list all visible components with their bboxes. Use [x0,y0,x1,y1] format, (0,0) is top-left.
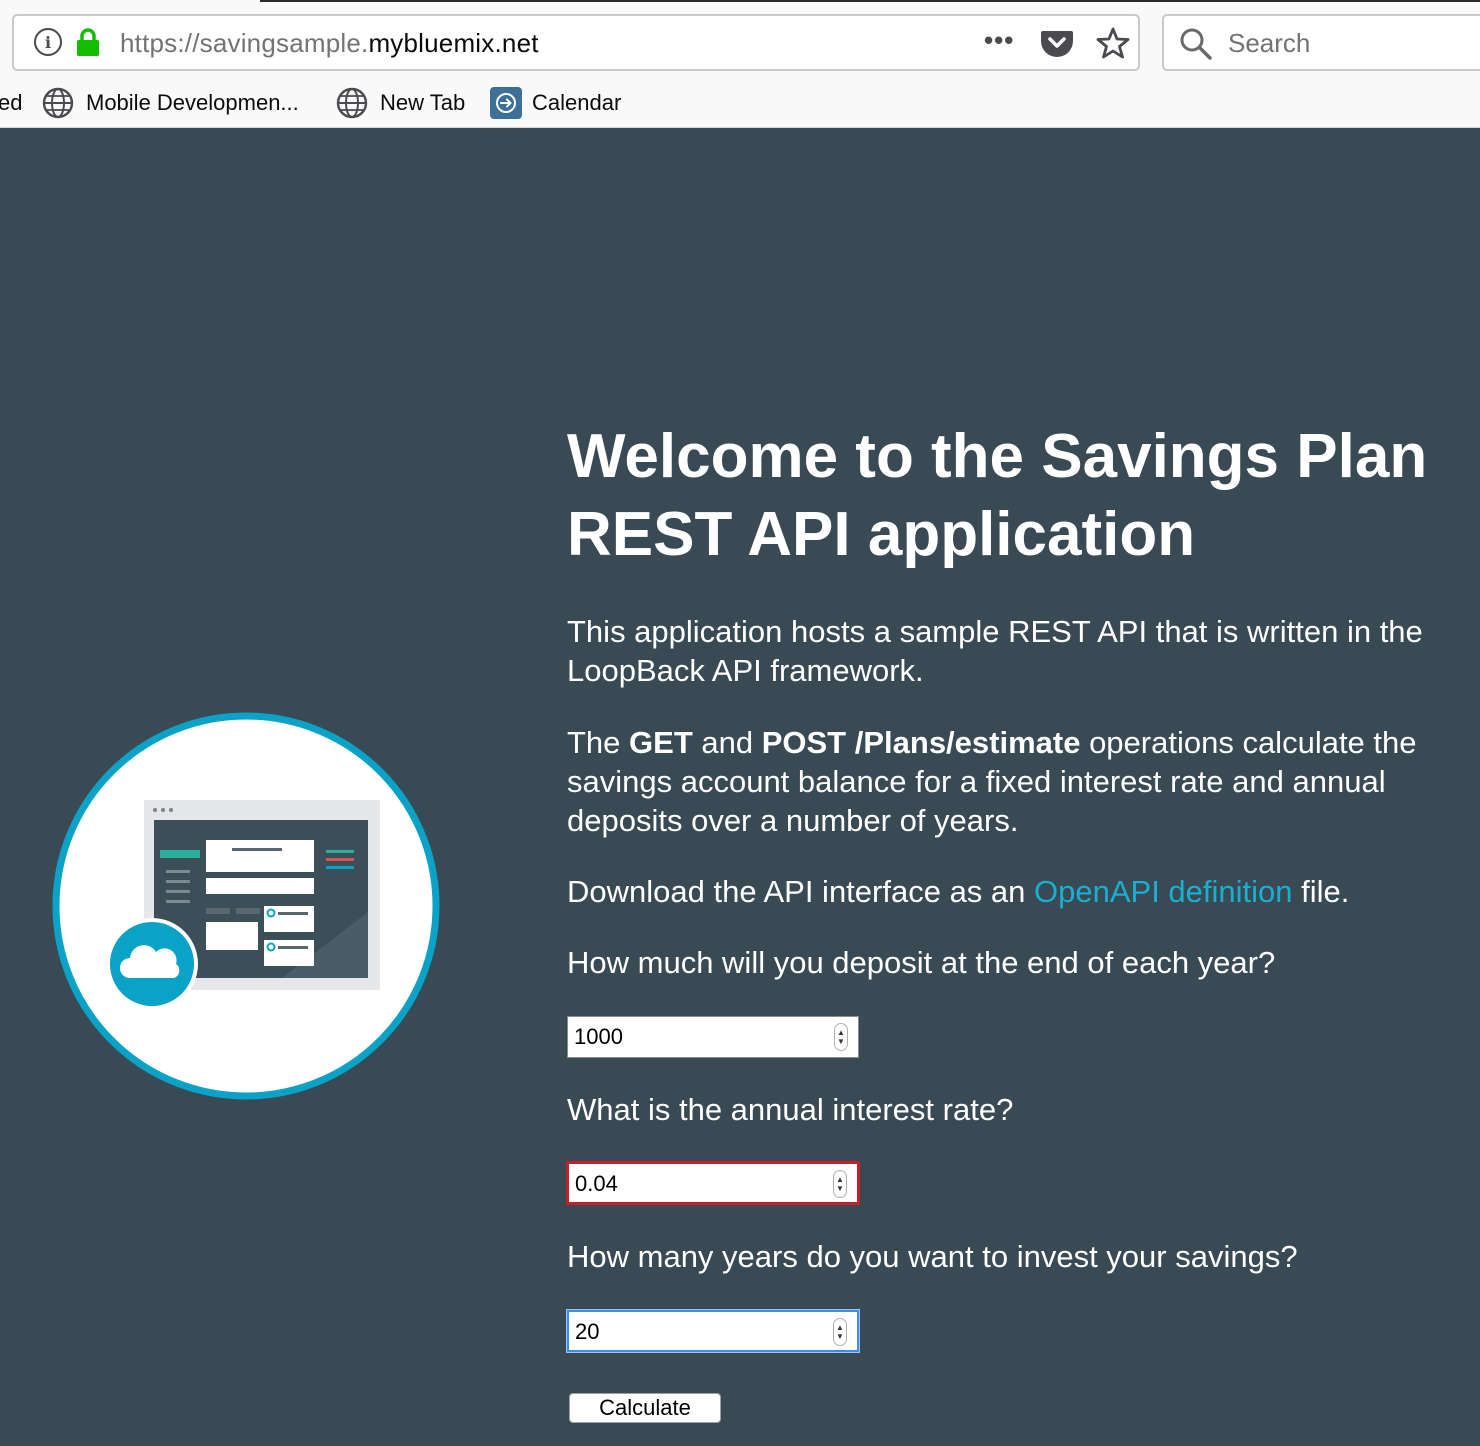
ops-post: POST /Plans/estimate [761,725,1081,760]
ops-the: The [567,725,630,760]
openapi-definition-link[interactable]: OpenAPI definition [1034,874,1293,909]
browser-toolbar: i https://savingsample.mybluemix.net •••… [0,0,1480,128]
rate-question: What is the annual interest rate? [567,1092,1014,1127]
years-spinner[interactable]: ▲ ▼ [833,1318,847,1346]
bookmark-label: New Tab [380,90,466,115]
pocket-icon[interactable] [1040,28,1074,58]
url-domain: mybluemix.net [368,28,539,58]
years-input[interactable] [575,1314,825,1350]
page-actions-icon[interactable]: ••• [984,25,1014,56]
star-icon[interactable] [1096,26,1130,60]
rate-input[interactable] [575,1166,825,1202]
calendar-icon [490,87,522,119]
info-icon[interactable]: i [34,28,62,56]
operations-text: The GET and POST /Plans/estimate operati… [567,723,1467,840]
deposit-spinner[interactable]: ▲ ▼ [834,1023,848,1051]
intro-text: This application hosts a sample REST API… [567,614,1423,688]
globe-icon [42,87,74,119]
url-text[interactable]: https://savingsample.mybluemix.net [120,28,539,59]
url-prefix: https://savingsample. [120,28,369,58]
page-title: Welcome to the Savings Plan REST API app… [567,418,1467,574]
download-suffix: file. [1292,874,1350,909]
tab-strip-edge [260,0,1480,2]
search-icon [1180,28,1212,60]
deposit-field[interactable]: ▲▼ [567,1016,859,1058]
years-field[interactable]: ▲▼ [567,1310,859,1352]
rate-field[interactable]: ▲▼ [567,1162,859,1204]
url-bar[interactable]: i https://savingsample.mybluemix.net ••• [12,14,1140,71]
bookmark-new-tab[interactable]: New Tab [336,84,465,122]
years-question: How many years do you want to invest you… [567,1239,1298,1274]
bookmarks-bar: ed Mobile Developmen... New Tab Calendar [0,84,1480,124]
title-line-2: REST API application [567,500,1196,569]
ops-get: GET [629,725,693,760]
bookmark-label: Calendar [532,90,622,115]
app-illustration [52,712,440,1100]
search-bar[interactable]: Search [1162,14,1480,71]
rate-spinner[interactable]: ▲ ▼ [833,1170,847,1198]
download-prefix: Download the API interface as an [567,874,1035,909]
bookmark-label: Mobile Developmen... [86,90,299,115]
lock-icon[interactable] [76,27,100,57]
calculate-button[interactable]: Calculate [569,1393,721,1423]
download-text: Download the API interface as an OpenAPI… [567,872,1467,911]
bookmark-partial[interactable]: ed [0,84,22,122]
bookmark-calendar[interactable]: Calendar [490,84,621,122]
globe-icon [336,87,368,119]
search-placeholder: Search [1228,28,1311,58]
main-content: Welcome to the Savings Plan REST API app… [567,418,1467,1423]
deposit-question: How much will you deposit at the end of … [567,945,1276,980]
bookmark-label: ed [0,90,23,115]
title-line-1: Welcome to the Savings Plan [567,422,1428,491]
ops-and: and [692,725,762,760]
deposit-input[interactable] [574,1019,824,1055]
bookmark-mobile-development[interactable]: Mobile Developmen... [42,84,299,122]
